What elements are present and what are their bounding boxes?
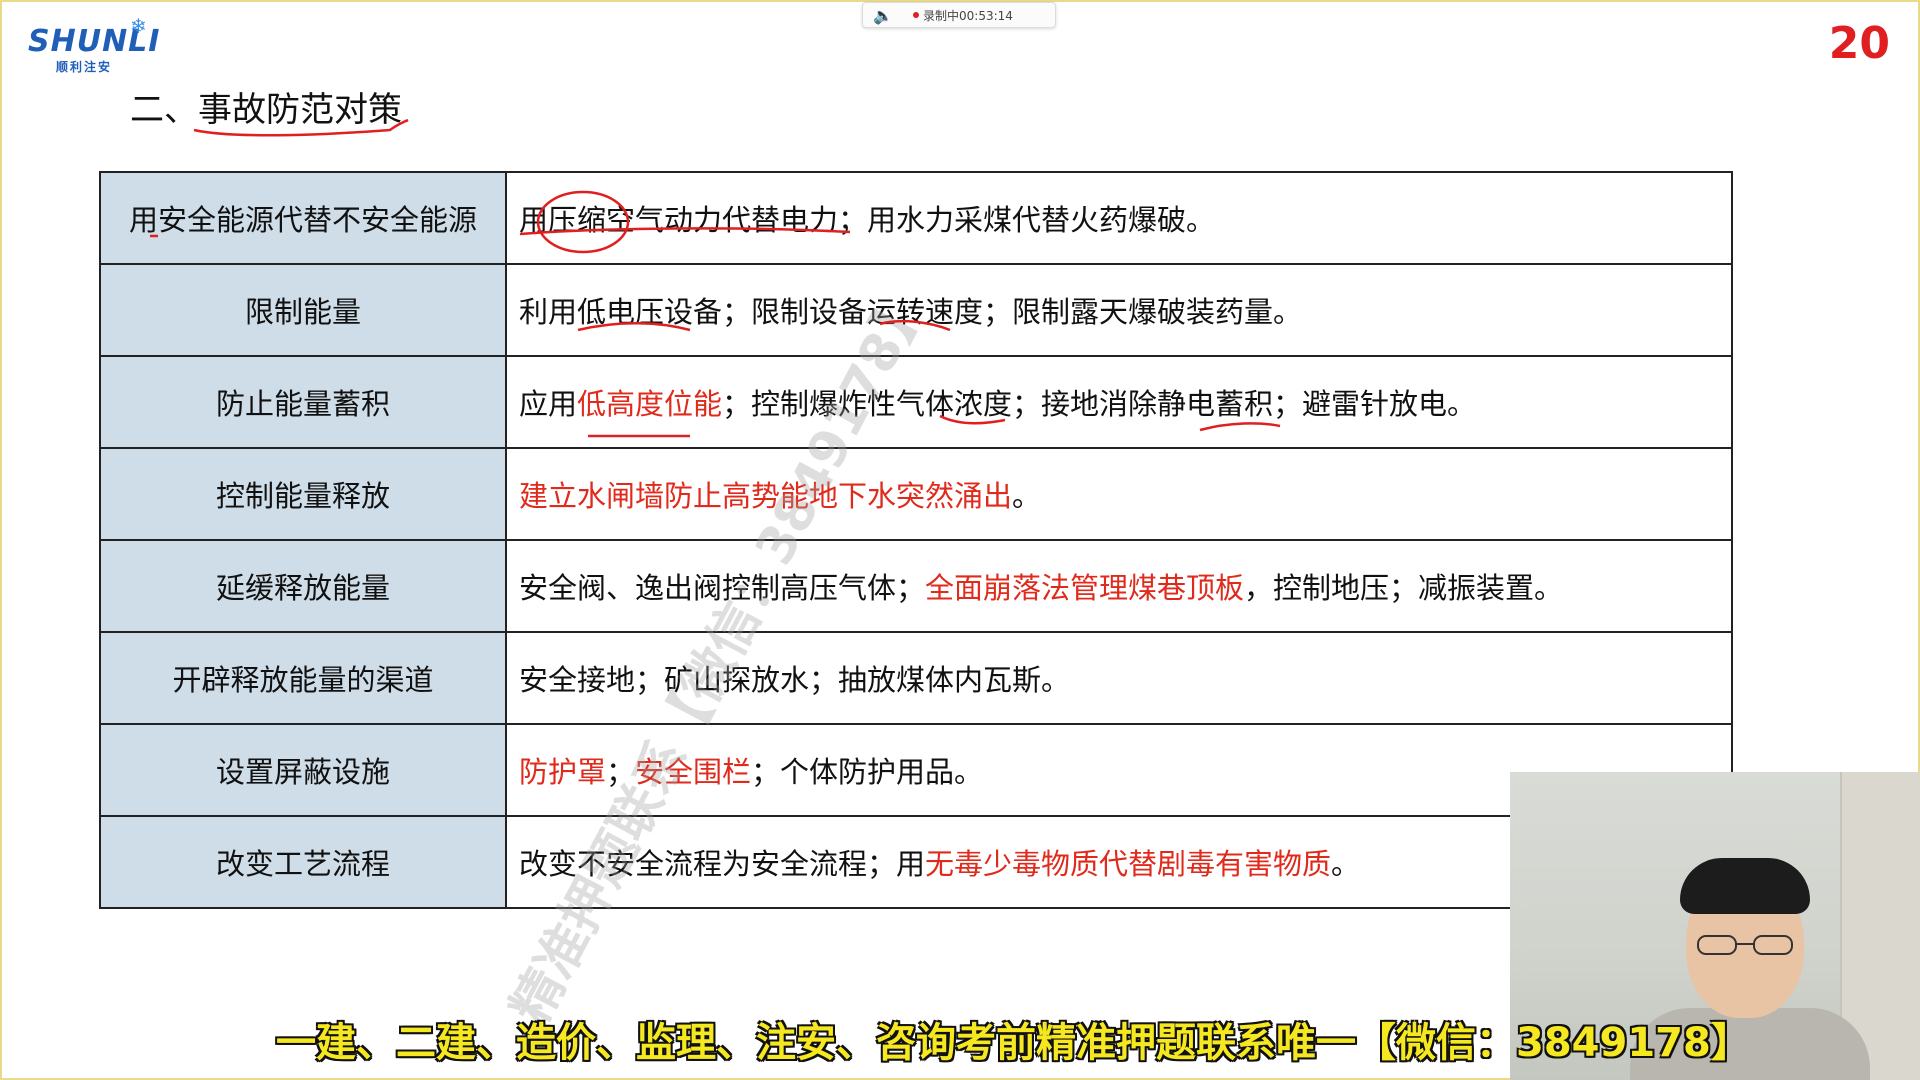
description-text: 用压缩空气动力代替电力；用水力采煤代替火药爆破。: [519, 203, 1216, 237]
measure-label: 设置屏蔽设施: [99, 723, 507, 817]
measure-description: 利用低电压设备；限制设备运转速度；限制露天爆破装药量。: [505, 263, 1733, 357]
measures-table: 用安全能源代替不安全能源 用压缩空气动力代替电力；用水力采煤代替火药爆破。 限制能量…: [99, 171, 1733, 909]
highlighted-text: 全面崩落法管理煤巷顶板: [925, 571, 1245, 605]
highlighted-text: 低高度位能: [577, 387, 723, 421]
recording-dot-icon: [913, 12, 919, 18]
speaker-icon[interactable]: 🔈: [863, 6, 903, 25]
table-row: 延缓释放能量 安全阀、逸出阀控制高压气体；全面崩落法管理煤巷顶板，控制地压；减振装…: [99, 539, 1733, 633]
measure-label: 限制能量: [99, 263, 507, 357]
description-text: 利用低电压设备；限制设备运转速度；限制露天爆破装药量。: [519, 295, 1303, 329]
measure-description: 应用低高度位能；控制爆炸性气体浓度；接地消除静电蓄积；避雷针放电。: [505, 355, 1733, 449]
recording-status: 录制中00:53:14: [923, 8, 1013, 23]
table-row: 控制能量释放 建立水闸墙防止高势能地下水突然涌出。: [99, 447, 1733, 541]
description-text: ；: [606, 755, 636, 789]
measure-description: 安全接地；矿山探放水；抽放煤体内瓦斯。: [505, 631, 1733, 725]
description-text: 应用: [519, 387, 578, 421]
highlighted-text: 无毒少毒物质代替剧毒有害物质: [925, 847, 1332, 881]
table-row: 设置屏蔽设施 防护罩；安全围栏；个体防护用品。: [99, 723, 1733, 817]
measure-label: 改变工艺流程: [99, 815, 507, 909]
highlighted-text: 安全围栏: [635, 755, 752, 789]
description-text: 。: [1012, 479, 1042, 513]
measure-label: 用安全能源代替不安全能源: [99, 171, 507, 265]
recording-toolbar[interactable]: 🔈 录制中00:53:14: [862, 2, 1056, 28]
table-row: 防止能量蓄积 应用低高度位能；控制爆炸性气体浓度；接地消除静电蓄积；避雷针放电。: [99, 355, 1733, 449]
logo-subtitle: 顺利注安: [56, 60, 113, 74]
measure-label: 延缓释放能量: [99, 539, 507, 633]
description-text: 安全阀、逸出阀控制高压气体；: [519, 571, 926, 605]
description-text: ；个体防护用品。: [751, 755, 984, 789]
table-row: 用安全能源代替不安全能源 用压缩空气动力代替电力；用水力采煤代替火药爆破。: [99, 171, 1733, 265]
measure-description: 建立水闸墙防止高势能地下水突然涌出。: [505, 447, 1733, 541]
table-row: 开辟释放能量的渠道 安全接地；矿山探放水；抽放煤体内瓦斯。: [99, 631, 1733, 725]
measure-label: 控制能量释放: [99, 447, 507, 541]
measure-description: 安全阀、逸出阀控制高压气体；全面崩落法管理煤巷顶板，控制地压；减振装置。: [505, 539, 1733, 633]
presenter-hair: [1680, 858, 1810, 914]
highlighted-text: 防护罩: [519, 755, 607, 789]
page-number: 20: [1828, 18, 1890, 69]
description-text: 。: [1331, 847, 1361, 881]
table-row: 限制能量 利用低电压设备；限制设备运转速度；限制露天爆破装药量。: [99, 263, 1733, 357]
highlighted-text: 建立水闸墙防止高势能地下水突然涌出: [519, 479, 1013, 513]
description-text: 安全接地；矿山探放水；抽放煤体内瓦斯。: [519, 663, 1071, 697]
table-row: 改变工艺流程 改变不安全流程为安全流程；用无毒少毒物质代替剧毒有害物质。: [99, 815, 1733, 909]
description-text: ；控制爆炸性气体浓度；接地消除静电蓄积；避雷针放电。: [722, 387, 1477, 421]
description-text: ，控制地压；减振装置。: [1244, 571, 1564, 605]
shunli-logo: SHUNLI ❄ 顺利注安: [28, 14, 159, 74]
title-underline-annotation: [193, 118, 409, 137]
measure-description: 用压缩空气动力代替电力；用水力采煤代替火药爆破。: [505, 171, 1733, 265]
promo-banner: 一建、二建、造价、监理、注安、咨询考前精准押题联系唯一【微信：3849178】: [276, 1020, 1751, 1066]
snowflake-icon: ❄: [130, 14, 147, 38]
measure-label: 开辟释放能量的渠道: [99, 631, 507, 725]
measure-label: 防止能量蓄积: [99, 355, 507, 449]
description-text: 改变不安全流程为安全流程；用: [519, 847, 926, 881]
glasses-icon: [1697, 935, 1793, 955]
